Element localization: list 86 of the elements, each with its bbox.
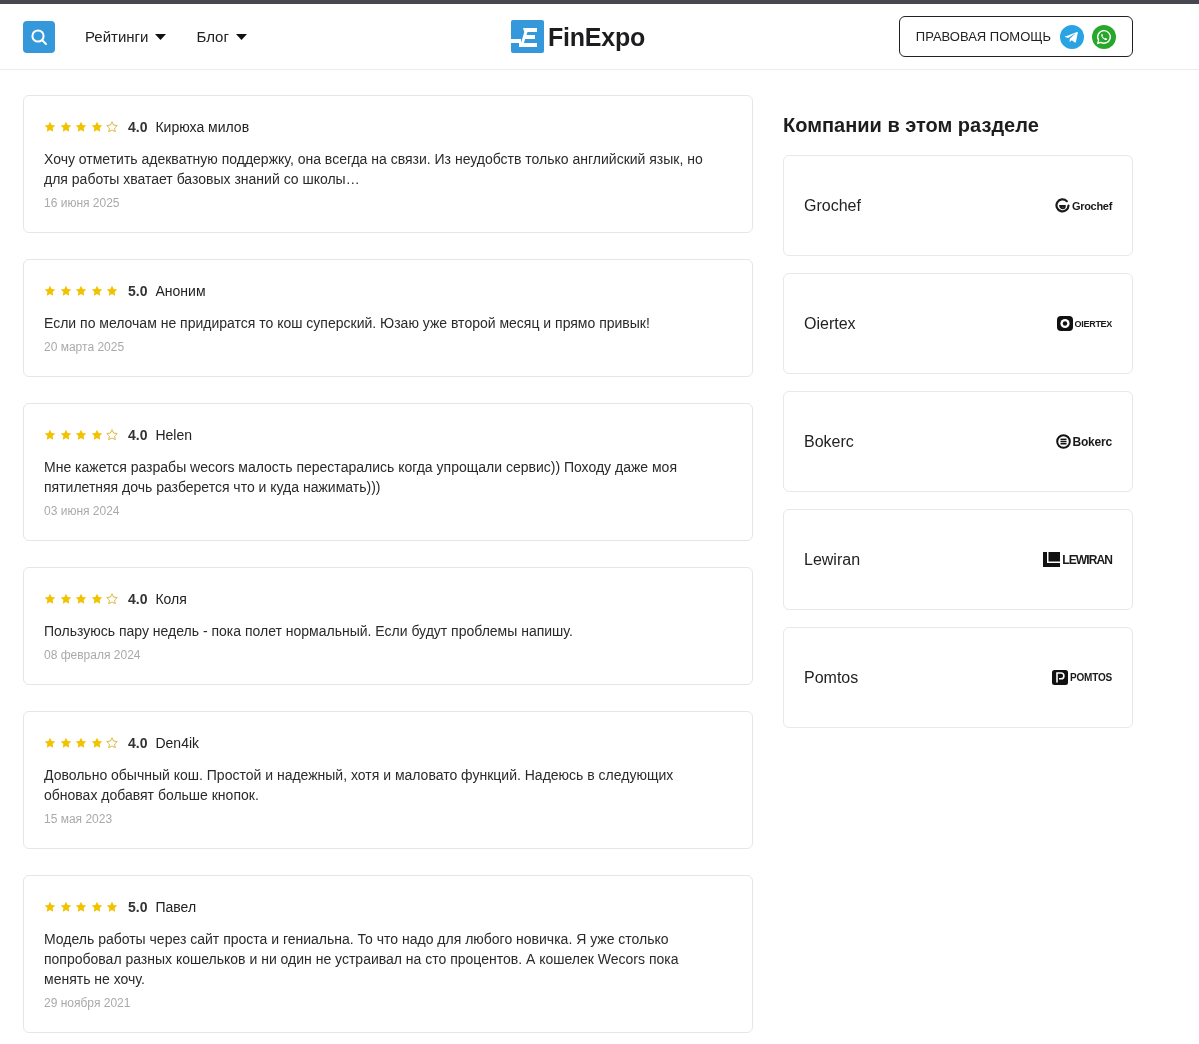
filled-star-icon <box>75 901 87 913</box>
filled-star-icon <box>106 901 118 913</box>
company-name: Pomtos <box>804 667 859 688</box>
review-date: 03 июня 2024 <box>44 503 121 519</box>
nav-dropdown-link[interactable]: Блог <box>196 26 247 47</box>
company-logo-text: Grochef <box>1071 198 1112 213</box>
review-text: Довольно обычный кош. Простой и надежный, хотя и маловато функций. Надеюсь в следующих обновах добавят больше кнопок. <box>44 766 675 805</box>
company-card[interactable]: Lewiran LEWIRAN <box>783 509 1133 610</box>
review-text: Мне кажется разрабы wecors малость перестарались когда упрощали сервис)) Походу даже моя пятилетняя дочь разберется что и куда нажимать))) <box>44 458 678 497</box>
circle-lines-icon <box>1055 434 1071 449</box>
rating-value: 4.0 <box>128 117 148 137</box>
section-heading: Компании в этом разделе <box>783 113 1040 137</box>
company-logo-text: POMTOS <box>1070 670 1112 685</box>
dot-square-icon <box>1056 316 1073 331</box>
filled-star-icon <box>90 285 103 297</box>
rating-value: 4.0 <box>128 425 148 445</box>
rating-value: 5.0 <box>128 281 148 301</box>
filled-star-icon <box>44 593 56 605</box>
empty-star-icon <box>106 593 118 605</box>
empty-star-icon <box>106 121 118 133</box>
empty-star-icon <box>106 737 118 749</box>
rating-value: 4.0 <box>128 589 148 609</box>
filled-star-icon <box>59 593 72 605</box>
company-card[interactable]: Grochef Grochef <box>783 155 1133 256</box>
review-date: 15 мая 2023 <box>44 811 114 827</box>
company-logo-text: LEWIRAN <box>1062 552 1112 567</box>
filled-star-icon <box>106 285 118 297</box>
filled-star-icon <box>44 429 56 441</box>
company-card[interactable]: Oiertex OIERTEX <box>783 273 1133 374</box>
review-author: Павел <box>155 897 197 917</box>
filled-star-icon <box>59 429 72 441</box>
review-author: Helen <box>155 425 193 445</box>
tile-logo-icon <box>1052 670 1069 685</box>
company-logo-text: Bokerc <box>1072 434 1112 449</box>
review-text: Хочу отметить адекватную поддержку, она всегда на связи. Из неудобств только английский язык, но для работы хватает базовых знаний со школы… <box>44 150 704 189</box>
review-text: Если по мелочам не придиратся то кош суперский. Юзаю уже второй месяц и прямо привык! <box>44 314 651 333</box>
filled-star-icon <box>44 737 56 749</box>
review-author: Den4ik <box>155 733 200 753</box>
filled-star-icon <box>75 737 87 749</box>
company-logo-text: OIERTEX <box>1074 317 1112 331</box>
filled-star-icon <box>75 121 87 133</box>
filled-star-icon <box>59 737 72 749</box>
rating-value: 4.0 <box>128 733 148 753</box>
nav-dropdown-link[interactable]: Рейтинги <box>85 26 167 47</box>
logo-icon <box>510 20 544 53</box>
whatsapp-icon[interactable] <box>1092 24 1116 49</box>
caret-icon <box>155 33 167 40</box>
filled-star-icon <box>59 285 72 297</box>
filled-star-icon <box>59 121 72 133</box>
company-name: Oiertex <box>804 313 856 334</box>
filled-star-icon <box>90 901 103 913</box>
rating-value: 5.0 <box>128 897 148 917</box>
legal-help-button[interactable]: ПРАВОВАЯ ПОМОЩЬ <box>898 16 1133 57</box>
company-name: Bokerc <box>804 431 854 452</box>
filled-star-icon <box>44 121 56 133</box>
company-card[interactable]: Pomtos POMTOS <box>783 627 1133 728</box>
filled-star-icon <box>75 285 87 297</box>
review-date: 16 июня 2025 <box>44 195 121 211</box>
review-text: Модель работы через сайт проста и гениальна. То что надо для любого новичка. Я уже столько попробовал разных кошельков и ни один не устраивал на сто процентов. А кошелек Wecors пока менять не хочу. <box>44 930 680 989</box>
search-button[interactable] <box>23 20 55 53</box>
company-card[interactable]: Bokerc Bokerc <box>783 391 1133 492</box>
review-text: Пользуюсь пару недель - пока полет нормальный. Если будут проблемы напишу. <box>44 622 574 641</box>
filled-star-icon <box>75 593 87 605</box>
filled-star-icon <box>59 901 72 913</box>
review-author: Аноним <box>155 281 206 301</box>
company-name: Grochef <box>804 195 861 216</box>
filled-star-icon <box>44 901 56 913</box>
ring-logo-icon <box>1054 198 1070 213</box>
caret-icon <box>235 33 247 40</box>
empty-star-icon <box>106 429 118 441</box>
filled-star-icon <box>75 429 87 441</box>
review-date: 08 февраля 2024 <box>44 647 142 663</box>
review-author: Кирюха милов <box>155 117 250 137</box>
filled-star-icon <box>90 121 103 133</box>
filled-star-icon <box>90 737 103 749</box>
review-date: 20 марта 2025 <box>44 339 126 355</box>
company-name: Lewiran <box>804 549 861 570</box>
search-icon <box>30 27 48 46</box>
filled-star-icon <box>90 593 103 605</box>
review-date: 29 ноября 2021 <box>44 995 132 1011</box>
filled-star-icon <box>90 429 103 441</box>
logo-text: FinExpo <box>547 21 646 52</box>
filled-star-icon <box>44 285 56 297</box>
block-logo-icon <box>1043 552 1061 567</box>
telegram-icon[interactable] <box>1060 24 1084 49</box>
review-author: Коля <box>155 589 187 609</box>
